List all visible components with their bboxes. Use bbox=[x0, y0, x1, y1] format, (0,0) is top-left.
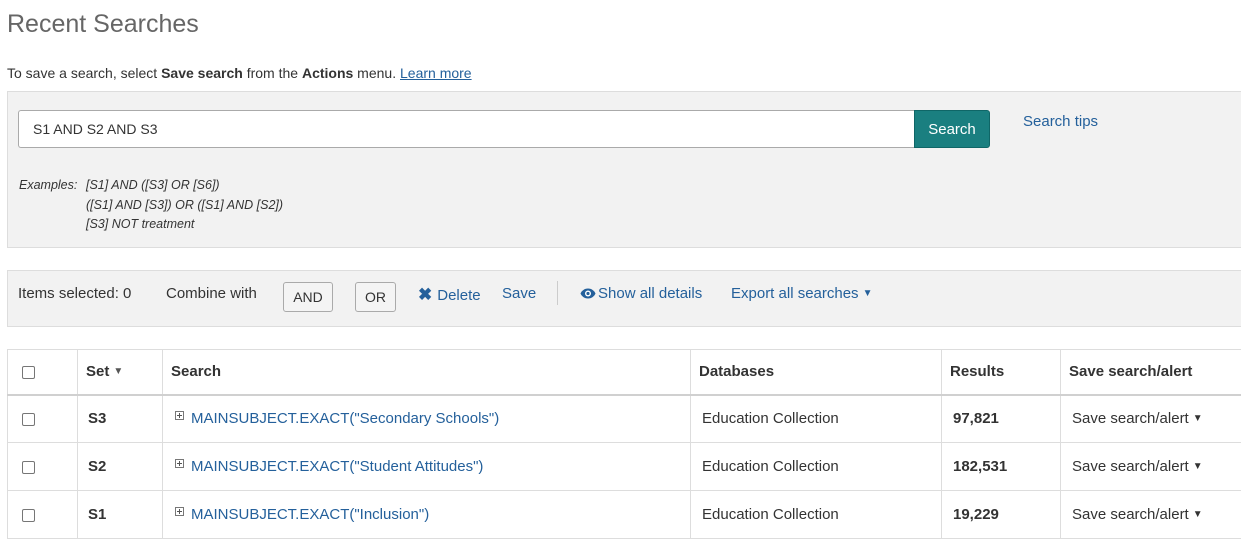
example-line: [S1] AND ([S3] OR [S6]) bbox=[86, 178, 220, 192]
search-query-link[interactable]: MAINSUBJECT.EXACT("Student Attitudes") bbox=[191, 458, 483, 475]
export-all-searches-dropdown[interactable]: Export all searches ▼ bbox=[731, 285, 872, 302]
actions-toolbar: Items selected: 0 Combine with AND OR ✖ D… bbox=[7, 270, 1241, 327]
search-tips-link[interactable]: Search tips bbox=[1023, 113, 1098, 130]
search-button[interactable]: Search bbox=[914, 110, 990, 148]
search-query-link[interactable]: MAINSUBJECT.EXACT("Inclusion") bbox=[191, 506, 429, 523]
select-all-checkbox[interactable] bbox=[22, 365, 35, 379]
save-search-alert-dropdown[interactable]: Save search/alert ▼ bbox=[1060, 490, 1241, 539]
results-column-header: Results bbox=[941, 349, 1061, 396]
results-count-link[interactable]: 97,821 bbox=[941, 394, 1061, 443]
databases-column-header: Databases bbox=[690, 349, 942, 396]
caret-down-icon: ▼ bbox=[1192, 509, 1203, 520]
learn-more-link[interactable]: Learn more bbox=[400, 65, 472, 81]
save-button[interactable]: Save bbox=[502, 285, 536, 302]
database-name: Education Collection bbox=[690, 442, 942, 491]
page-title: Recent Searches bbox=[7, 10, 199, 38]
caret-down-icon: ▼ bbox=[1192, 461, 1203, 472]
intro-text: To save a search, select Save search fro… bbox=[7, 65, 472, 81]
example-line: [S3] NOT treatment bbox=[86, 217, 195, 231]
save-search-alert-dropdown[interactable]: Save search/alert ▼ bbox=[1060, 394, 1241, 443]
select-all-cell bbox=[7, 349, 78, 396]
table-header-row: Set ▼ Search Databases Results Save searc… bbox=[7, 349, 1241, 396]
table-row: S1 MAINSUBJECT.EXACT("Inclusion") Educat… bbox=[7, 490, 1241, 539]
toolbar-divider bbox=[557, 281, 558, 305]
row-checkbox[interactable] bbox=[22, 460, 35, 474]
set-id: S1 bbox=[77, 490, 163, 539]
close-icon: ✖ bbox=[418, 285, 433, 304]
table-row: S2 MAINSUBJECT.EXACT("Student Attitudes"… bbox=[7, 442, 1241, 491]
results-count-link[interactable]: 19,229 bbox=[941, 490, 1061, 539]
show-all-details-button[interactable]: Show all details bbox=[580, 285, 702, 303]
results-count-link[interactable]: 182,531 bbox=[941, 442, 1061, 491]
expand-plus-icon[interactable] bbox=[175, 507, 184, 516]
combine-or-button[interactable]: OR bbox=[355, 282, 396, 312]
set-id: S3 bbox=[77, 394, 163, 443]
table-row: S3 MAINSUBJECT.EXACT("Secondary Schools"… bbox=[7, 394, 1241, 443]
database-name: Education Collection bbox=[690, 490, 942, 539]
sort-down-icon: ▼ bbox=[113, 366, 124, 378]
example-line: ([S1] AND [S3]) OR ([S1] AND [S2]) bbox=[86, 197, 284, 212]
database-name: Education Collection bbox=[690, 394, 942, 443]
combine-with-label: Combine with bbox=[166, 285, 257, 302]
eye-icon bbox=[580, 286, 596, 303]
row-checkbox[interactable] bbox=[22, 508, 35, 522]
save-search-alert-dropdown[interactable]: Save search/alert ▼ bbox=[1060, 442, 1241, 491]
search-panel: Search Search tips Examples: [S1] AND ([… bbox=[7, 91, 1241, 248]
examples-label: Examples: bbox=[19, 178, 78, 192]
search-input[interactable] bbox=[18, 110, 916, 148]
combine-and-button[interactable]: AND bbox=[283, 282, 333, 312]
set-id: S2 bbox=[77, 442, 163, 491]
recent-searches-table: Set ▼ Search Databases Results Save searc… bbox=[7, 349, 1241, 539]
expand-plus-icon[interactable] bbox=[175, 459, 184, 468]
items-selected-count: Items selected: 0 bbox=[18, 285, 132, 302]
caret-down-icon: ▼ bbox=[862, 288, 873, 299]
expand-plus-icon[interactable] bbox=[175, 411, 184, 421]
row-checkbox[interactable] bbox=[22, 412, 35, 426]
delete-button[interactable]: ✖ Delete bbox=[418, 285, 481, 305]
caret-down-icon: ▼ bbox=[1192, 413, 1203, 425]
search-query-link[interactable]: MAINSUBJECT.EXACT("Secondary Schools") bbox=[191, 410, 499, 427]
set-column-header[interactable]: Set ▼ bbox=[77, 349, 163, 396]
search-column-header: Search bbox=[162, 349, 691, 396]
save-alert-column-header: Save search/alert bbox=[1060, 349, 1241, 396]
